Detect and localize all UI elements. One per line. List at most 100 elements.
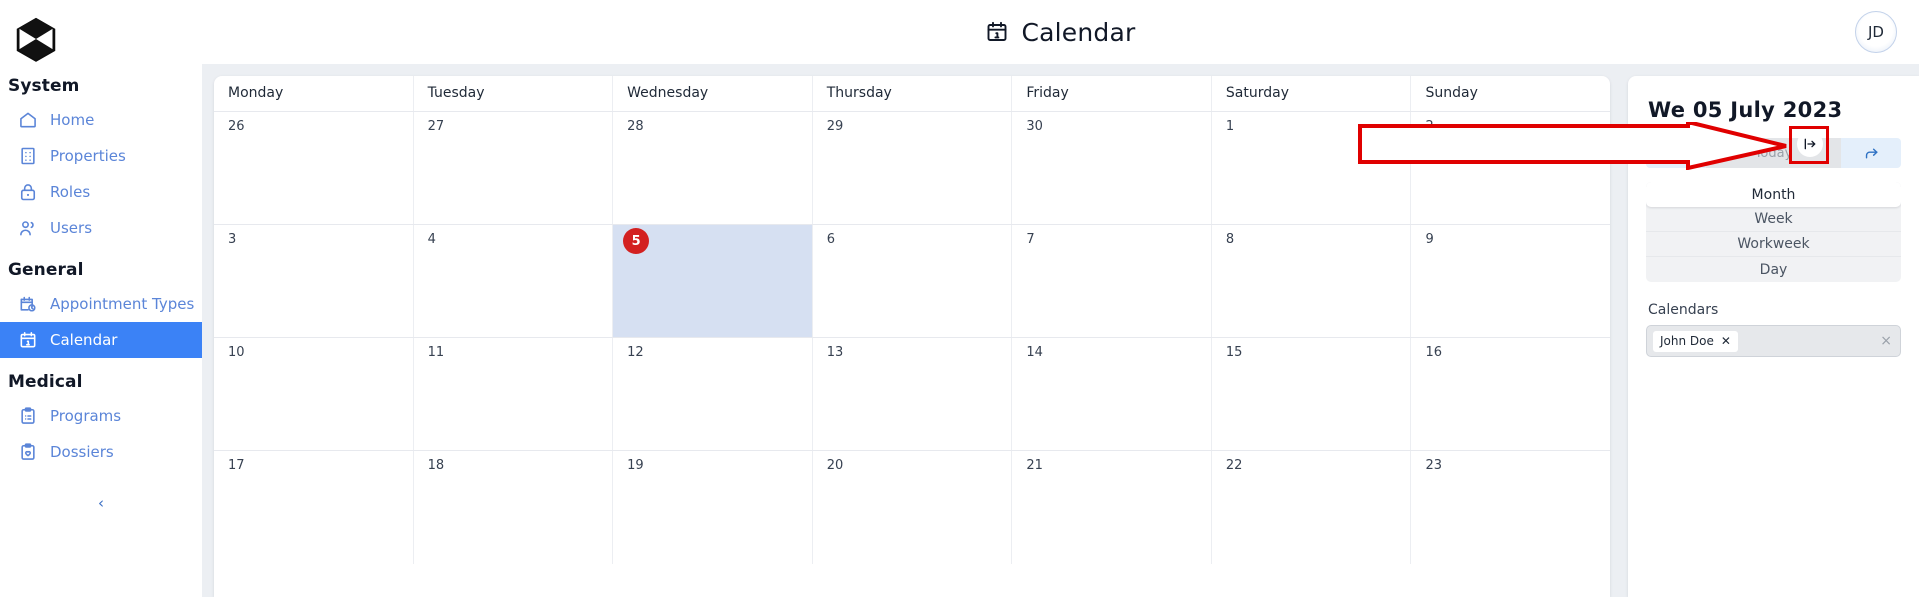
selected-date-label: We 05 July 2023 xyxy=(1648,98,1843,122)
next-period-button[interactable] xyxy=(1841,138,1901,168)
day-cell[interactable]: 7 xyxy=(1012,225,1212,337)
sidebar-item-label: Appointment Types xyxy=(50,294,195,313)
weekday-header-row: Monday Tuesday Wednesday Thursday Friday… xyxy=(214,76,1610,112)
day-cell[interactable]: 27 xyxy=(414,112,614,224)
day-number: 29 xyxy=(826,119,844,134)
sidebar-section-medical: Medical xyxy=(8,372,83,392)
day-cell[interactable]: 9 xyxy=(1411,225,1610,337)
arrow-forward-icon xyxy=(1863,145,1880,162)
sidebar-item-label: Properties xyxy=(50,146,126,165)
clipboard-list-icon xyxy=(18,406,38,426)
day-cell[interactable]: 22 xyxy=(1212,451,1412,564)
sidebar-item-roles[interactable]: Roles xyxy=(0,174,202,210)
day-cell[interactable]: 2 xyxy=(1411,112,1610,224)
view-option-week[interactable]: Week xyxy=(1646,207,1901,232)
day-number: 13 xyxy=(826,345,844,360)
day-cell[interactable]: 13 xyxy=(813,338,1013,450)
sidebar-item-label: Home xyxy=(50,110,95,129)
weekday-header-thursday: Thursday xyxy=(813,76,1013,111)
day-number: 11 xyxy=(427,345,445,360)
day-cell[interactable]: 16 xyxy=(1411,338,1610,450)
day-cell[interactable]: 12 xyxy=(613,338,813,450)
weekday-header-monday: Monday xyxy=(214,76,414,111)
content-area: Monday Tuesday Wednesday Thursday Friday… xyxy=(202,64,1919,597)
calendars-label: Calendars xyxy=(1648,302,1719,318)
weekday-header-tuesday: Tuesday xyxy=(414,76,614,111)
day-number: 27 xyxy=(427,119,445,134)
sidebar-item-home[interactable]: Home xyxy=(0,102,202,138)
sidebar-item-dossiers[interactable]: Dossiers xyxy=(0,434,202,470)
day-number: 16 xyxy=(1425,345,1443,360)
calendar-month-grid: Monday Tuesday Wednesday Thursday Friday… xyxy=(214,76,1610,597)
clear-all-icon[interactable]: × xyxy=(1880,333,1892,349)
day-cell[interactable]: 29 xyxy=(813,112,1013,224)
clipboard-heart-icon xyxy=(18,442,38,462)
avatar[interactable]: JD xyxy=(1855,11,1897,53)
avatar-initials: JD xyxy=(1868,23,1884,41)
day-cell[interactable]: 28 xyxy=(613,112,813,224)
sidebar-item-appointment-types[interactable]: Appointment Types xyxy=(0,286,202,322)
calendar-app: System Home Properties Roles Users Gener… xyxy=(0,0,1919,597)
day-cell[interactable]: 14 xyxy=(1012,338,1212,450)
day-number: 18 xyxy=(427,458,445,473)
calendar-chip-john-doe[interactable]: John Doe ✕ xyxy=(1653,330,1738,352)
sidebar-item-users[interactable]: Users xyxy=(0,210,202,246)
sidebar-item-label: Calendar xyxy=(50,330,118,349)
day-cell[interactable]: 11 xyxy=(414,338,614,450)
day-cell-today[interactable]: 5 xyxy=(613,225,813,337)
sidebar-item-calendar[interactable]: Calendar xyxy=(0,322,202,358)
day-number: 7 xyxy=(1026,232,1035,247)
today-badge: 5 xyxy=(623,228,650,254)
day-number: 2 xyxy=(1425,119,1434,134)
hexagon-logo-icon xyxy=(16,17,56,62)
view-option-workweek[interactable]: Workweek xyxy=(1646,232,1901,257)
collapse-panel-right-button[interactable] xyxy=(1797,131,1823,157)
day-number: 3 xyxy=(228,232,237,247)
day-number: 22 xyxy=(1225,458,1243,473)
day-cell[interactable]: 15 xyxy=(1212,338,1412,450)
calendars-multiselect[interactable]: John Doe ✕ × xyxy=(1646,325,1901,357)
day-cell[interactable]: 3 xyxy=(214,225,414,337)
day-number: 4 xyxy=(427,232,436,247)
day-cell[interactable]: 20 xyxy=(813,451,1013,564)
top-bar: Calendar JD xyxy=(202,0,1919,64)
chevron-left-icon: ‹ xyxy=(98,494,104,512)
day-cell[interactable]: 10 xyxy=(214,338,414,450)
sidebar-section-system: System xyxy=(8,76,80,96)
sidebar-item-programs[interactable]: Programs xyxy=(0,398,202,434)
weekday-header-wednesday: Wednesday xyxy=(613,76,813,111)
previous-period-button[interactable] xyxy=(1646,138,1706,168)
app-logo[interactable] xyxy=(0,8,202,62)
day-cell[interactable]: 1 xyxy=(1212,112,1412,224)
calendar-side-panel: We 05 July 2023 Today Month Week Workwee… xyxy=(1628,76,1919,597)
day-cell[interactable]: 19 xyxy=(613,451,813,564)
day-number: 10 xyxy=(228,345,245,360)
day-cell[interactable]: 30 xyxy=(1012,112,1212,224)
calendar-week-row: 3 4 5 6 7 8 9 xyxy=(214,225,1610,338)
sidebar-collapse-button[interactable]: ‹ xyxy=(0,488,202,518)
view-mode-list: Month Week Workweek Day xyxy=(1646,182,1901,282)
day-cell[interactable]: 21 xyxy=(1012,451,1212,564)
day-number: 23 xyxy=(1425,458,1443,473)
day-number: 21 xyxy=(1026,458,1043,473)
calendar-week-row: 10 11 12 13 14 15 16 xyxy=(214,338,1610,451)
page-title: Calendar xyxy=(985,18,1135,47)
close-x-icon[interactable]: ✕ xyxy=(1721,334,1731,348)
day-number: 26 xyxy=(228,119,245,134)
day-cell[interactable]: 26 xyxy=(214,112,414,224)
sidebar-section-general: General xyxy=(8,260,84,280)
view-option-month[interactable]: Month xyxy=(1646,182,1901,207)
day-cell[interactable]: 4 xyxy=(414,225,614,337)
day-number: 6 xyxy=(826,232,836,247)
calendar-week-row: 17 18 19 20 21 22 23 xyxy=(214,451,1610,564)
day-cell[interactable]: 17 xyxy=(214,451,414,564)
day-number: 8 xyxy=(1225,232,1235,247)
weekday-header-saturday: Saturday xyxy=(1212,76,1412,111)
day-cell[interactable]: 23 xyxy=(1411,451,1610,564)
day-cell[interactable]: 6 xyxy=(813,225,1013,337)
view-option-day[interactable]: Day xyxy=(1646,257,1901,282)
day-cell[interactable]: 8 xyxy=(1212,225,1412,337)
day-number: 9 xyxy=(1425,232,1434,247)
sidebar-item-properties[interactable]: Properties xyxy=(0,138,202,174)
day-cell[interactable]: 18 xyxy=(414,451,614,564)
